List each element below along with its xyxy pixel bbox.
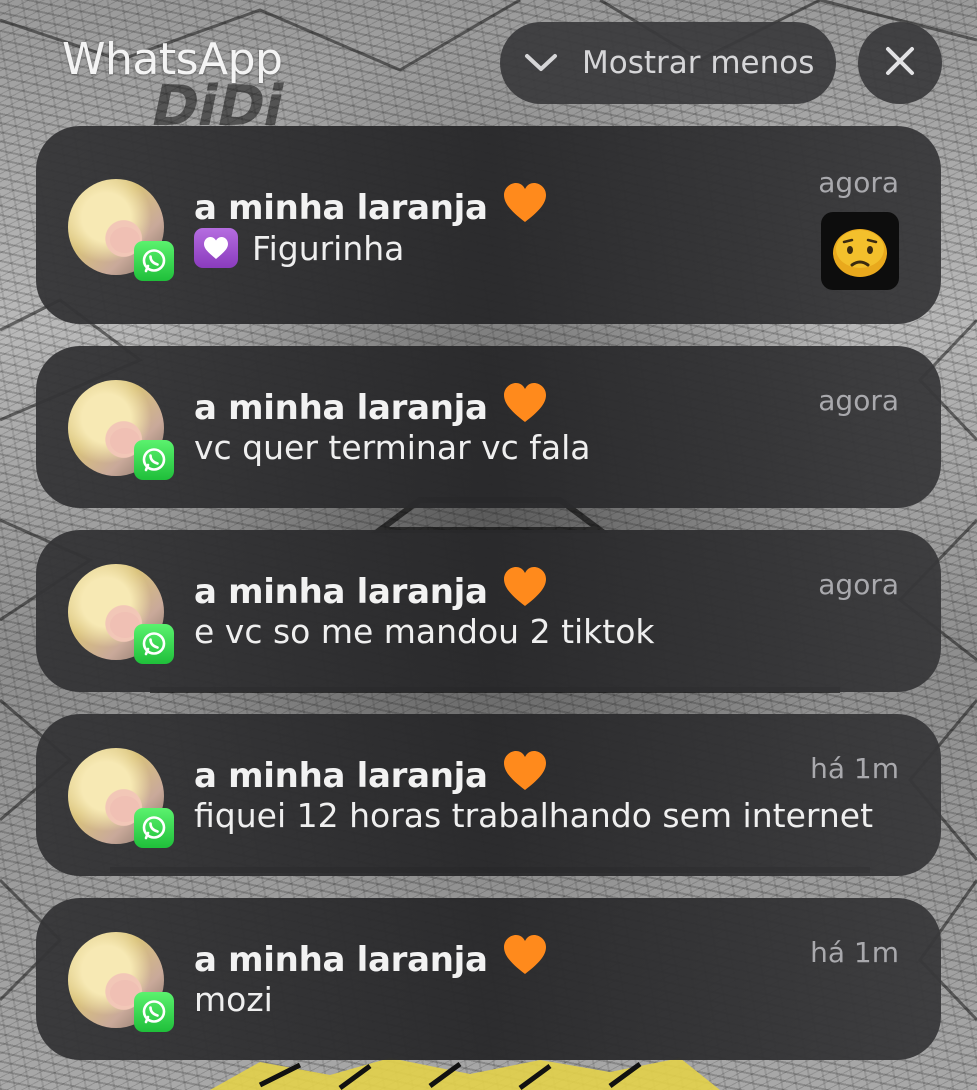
message-label: vc quer terminar vc fala: [194, 428, 591, 467]
notification-card[interactable]: a minha laranja vc quer terminar vc fala…: [36, 346, 941, 508]
message-label: Figurinha: [252, 228, 405, 268]
message-label: mozi: [194, 980, 273, 1019]
sender-name: a minha laranja: [194, 750, 548, 801]
whatsapp-icon: [134, 624, 174, 664]
sender-name: a minha laranja: [194, 566, 548, 617]
orange-heart-icon: [502, 182, 548, 233]
notification-card[interactable]: a minha laranja fiquei 12 horas trabalha…: [36, 714, 941, 876]
sender-label: a minha laranja: [194, 755, 488, 796]
close-icon: [885, 46, 915, 80]
notification-card[interactable]: a minha laranja e vc so me mandou 2 tikt…: [36, 530, 941, 692]
worried-face-sticker: [821, 212, 899, 290]
message-text: fiquei 12 horas trabalhando sem internet: [194, 796, 873, 835]
whatsapp-icon: [134, 808, 174, 848]
timestamp: há 1m: [810, 752, 899, 785]
sender-name: a minha laranja: [194, 182, 548, 233]
message-text: mozi: [194, 980, 273, 1019]
orange-heart-icon: [502, 382, 548, 433]
message-label: fiquei 12 horas trabalhando sem internet: [194, 796, 874, 835]
timestamp: agora: [818, 384, 899, 417]
timestamp: agora: [818, 166, 899, 199]
whatsapp-icon: [134, 440, 174, 480]
sender-name: a minha laranja: [194, 934, 548, 985]
notification-card[interactable]: a minha laranja mozi há 1m: [36, 898, 941, 1060]
chevron-down-icon: [524, 53, 558, 73]
close-button[interactable]: [858, 22, 942, 104]
white-heart-sticker-icon: [194, 228, 238, 268]
sender-label: a minha laranja: [194, 571, 488, 612]
sender-label: a minha laranja: [194, 187, 488, 228]
message-text: vc quer terminar vc fala: [194, 428, 591, 467]
message-text: e vc so me mandou 2 tiktok: [194, 612, 655, 651]
orange-heart-icon: [502, 566, 548, 617]
app-title: WhatsApp: [62, 34, 283, 85]
sender-label: a minha laranja: [194, 939, 488, 980]
whatsapp-icon: [134, 992, 174, 1032]
notification-card[interactable]: a minha laranja Figurinha agora: [36, 126, 941, 324]
message-label: e vc so me mandou 2 tiktok: [194, 612, 655, 651]
timestamp: há 1m: [810, 936, 899, 969]
show-less-label: Mostrar menos: [582, 45, 815, 81]
timestamp: agora: [818, 568, 899, 601]
orange-heart-icon: [502, 934, 548, 985]
sender-name: a minha laranja: [194, 382, 548, 433]
sender-label: a minha laranja: [194, 387, 488, 428]
whatsapp-icon: [134, 241, 174, 281]
orange-heart-icon: [502, 750, 548, 801]
message-text: Figurinha: [194, 228, 404, 268]
show-less-button[interactable]: Mostrar menos: [500, 22, 836, 104]
